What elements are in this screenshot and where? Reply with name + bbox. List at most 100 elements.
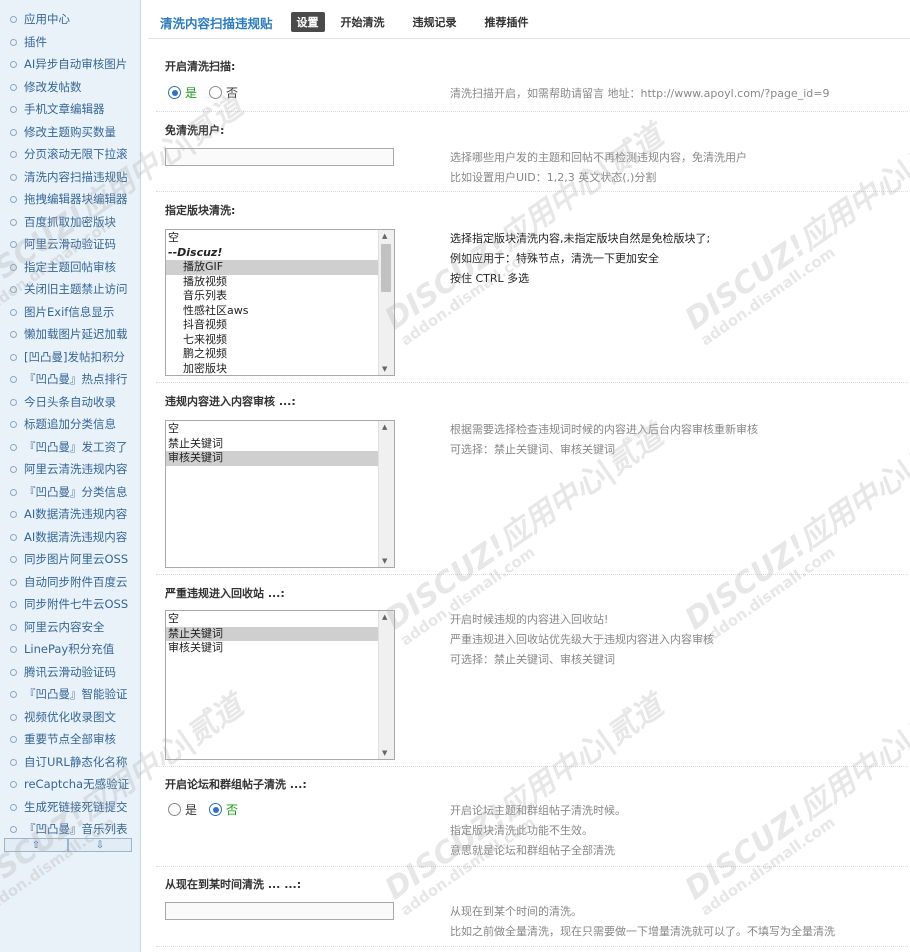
time-range-input[interactable] <box>165 902 394 920</box>
scroll-up-button[interactable]: ⇧ <box>4 838 68 852</box>
sidebar-item[interactable]: 同步附件七牛云OSS <box>0 593 140 616</box>
bullet-icon <box>10 286 17 293</box>
sidebar-item[interactable]: 『凹凸曼』热点排行 <box>0 368 140 391</box>
sidebar-item[interactable]: 修改主题购买数量 <box>0 121 140 144</box>
scroll-down-button[interactable]: ⇩ <box>68 838 132 852</box>
sidebar-item[interactable]: 图片Exif信息显示 <box>0 301 140 324</box>
sidebar-item[interactable]: 腾讯云滑动验证码 <box>0 661 140 684</box>
scroll-thumb[interactable] <box>381 244 391 292</box>
sidebar-item[interactable]: LinePay积分充值 <box>0 638 140 661</box>
bullet-icon <box>10 151 17 158</box>
list-option[interactable]: 空 <box>166 231 378 246</box>
list-option[interactable]: 审核关键词 <box>166 451 378 466</box>
list-option[interactable]: 禁止关键词 <box>166 626 378 641</box>
recycle-description-2: 严重违规进入回收站优先级大于违规内容进入内容审核 <box>450 633 714 646</box>
bullet-icon <box>10 196 17 203</box>
list-option[interactable]: 抖音视频 <box>166 318 378 333</box>
exempt-users-description-2: 比如设置用户UID：1,2,3 英文状态(,)分割 <box>450 171 657 184</box>
sidebar-item[interactable]: 百度抓取加密版块 <box>0 211 140 234</box>
sidebar-item[interactable]: 阿里云滑动验证码 <box>0 233 140 256</box>
sidebar-item[interactable]: 指定主题回帖审核 <box>0 256 140 279</box>
forum-listbox-scrollbar[interactable]: ▲ ▼ <box>378 230 394 375</box>
scroll-down-arrow-icon[interactable]: ▼ <box>382 557 387 565</box>
sidebar-item[interactable]: 自动同步附件百度云 <box>0 571 140 594</box>
sidebar-item[interactable]: 同步图片阿里云OSS <box>0 548 140 571</box>
list-option[interactable]: 鹏之视频 <box>166 347 378 362</box>
bullet-icon <box>10 511 17 518</box>
sidebar-item[interactable]: 『凹凸曼』分类信息 <box>0 481 140 504</box>
scan-enable-no-label[interactable]: 否 <box>226 84 238 101</box>
scroll-up-arrow-icon[interactable]: ▲ <box>382 423 387 431</box>
sidebar-item[interactable]: [凹凸曼]发帖扣积分 <box>0 346 140 369</box>
sidebar-item-label: 重要节点全部审核 <box>24 732 116 746</box>
sidebar-item[interactable]: 阿里云内容安全 <box>0 616 140 639</box>
list-option[interactable]: 播放视频 <box>166 275 378 290</box>
forum-select-listbox[interactable]: 空 --Discuz! 播放GIF 播放视频 音乐列表 性感社区aws 抖音视频 七来视频 鹏之… <box>165 229 395 376</box>
sidebar-item[interactable]: 视频优化收录图文 <box>0 706 140 729</box>
bullet-icon <box>10 83 17 91</box>
sidebar-item[interactable]: 阿里云清洗违规内容 <box>0 458 140 481</box>
moderation-listbox-scrollbar[interactable]: ▲ ▼ <box>378 421 394 567</box>
forum-group-clean-yes-radio[interactable] <box>168 803 181 816</box>
sidebar-item[interactable]: 自订URL静态化名称 <box>0 751 140 774</box>
sidebar-item[interactable]: 修改发帖数 <box>0 76 140 99</box>
main-panel: 清洗内容扫描违规贴 设置 开始清洗 违规记录 推荐插件 开启清洗扫描: 是 否 … <box>148 0 910 952</box>
tab-recommended-plugins[interactable]: 推荐插件 <box>479 12 535 32</box>
sidebar-item[interactable]: AI数据清洗违规内容 <box>0 503 140 526</box>
tab-start-clean[interactable]: 开始清洗 <box>335 12 391 32</box>
bullet-icon <box>10 713 17 721</box>
moderation-listbox[interactable]: 空禁止关键词 审核关键词 ▲ ▼ <box>165 420 395 568</box>
sidebar-item[interactable]: 标题追加分类信息 <box>0 413 140 436</box>
bullet-icon <box>10 646 17 653</box>
list-option[interactable]: --Discuz! <box>166 246 378 261</box>
bullet-icon <box>10 803 17 811</box>
tab-settings[interactable]: 设置 <box>290 12 325 32</box>
list-option[interactable]: 加密版块 <box>166 362 378 376</box>
bullet-icon <box>10 556 17 563</box>
sidebar-item[interactable]: 重要节点全部审核 <box>0 728 140 751</box>
sidebar-item[interactable]: 懒加载图片延迟加载 <box>0 323 140 346</box>
tab-violation-records[interactable]: 违规记录 <box>407 12 463 32</box>
scroll-up-arrow-icon[interactable]: ▲ <box>382 613 387 621</box>
sidebar-item[interactable]: 应用中心 <box>0 8 140 31</box>
scroll-down-arrow-icon[interactable]: ▼ <box>382 749 387 757</box>
list-option[interactable]: 空 <box>166 422 378 437</box>
list-option[interactable]: 空 <box>166 612 378 627</box>
scan-enable-yes-radio[interactable] <box>168 86 181 99</box>
sidebar-item-label: 视频优化收录图文 <box>24 709 116 724</box>
sidebar-item[interactable]: AI异步自动审核图片 <box>0 53 140 76</box>
list-option[interactable]: 禁止关键词 <box>166 437 378 452</box>
list-option[interactable]: 音乐列表 <box>166 289 378 304</box>
scan-enable-yes-label[interactable]: 是 <box>185 84 197 101</box>
sidebar-item[interactable]: 分页滚动无限下拉滚 <box>0 143 140 166</box>
sidebar-item-label: 修改主题购买数量 <box>24 124 116 139</box>
forum-group-clean-no-radio[interactable] <box>209 803 223 816</box>
recycle-listbox[interactable]: 空禁止关键词 审核关键词 ▲ ▼ <box>165 610 395 760</box>
sidebar-item[interactable]: AI数据清洗违规内容 <box>0 526 140 549</box>
moderation-description-1: 根据需要选择检查违规词时候的内容进入后台内容审核重新审核 <box>450 423 758 436</box>
sidebar-item[interactable]: 今日头条自动收录 <box>0 391 140 414</box>
scan-enable-no-radio[interactable] <box>209 86 223 99</box>
sidebar-item[interactable]: 生成死链接死链提交 <box>0 796 140 819</box>
list-option[interactable]: 七来视频 <box>166 333 378 348</box>
exempt-users-input[interactable] <box>165 148 394 166</box>
sidebar-item[interactable]: 插件 <box>0 31 140 54</box>
sidebar-item[interactable]: 『凹凸曼』智能验证 <box>0 683 140 706</box>
recycle-listbox-scrollbar[interactable]: ▲ ▼ <box>378 611 394 759</box>
list-option[interactable]: 播放GIF <box>166 260 378 275</box>
sidebar-item[interactable]: 『凹凸曼』发工资了 <box>0 436 140 459</box>
scan-enable-radio-group: 是 否 <box>168 84 250 101</box>
sidebar-item[interactable]: 拖拽编辑器块编辑器 <box>0 188 140 211</box>
forum-group-clean-no-label[interactable]: 否 <box>226 801 238 818</box>
forum-group-clean-yes-label[interactable]: 是 <box>185 801 197 818</box>
scroll-up-arrow-icon[interactable]: ▲ <box>382 232 387 240</box>
sidebar-item[interactable]: 手机文章编辑器 <box>0 98 140 121</box>
sidebar-item-label: 阿里云清洗违规内容 <box>24 462 128 476</box>
sidebar-item[interactable]: 关闭旧主题禁止访问 <box>0 278 140 301</box>
list-option[interactable]: 审核关键词 <box>166 641 378 656</box>
sidebar-item[interactable]: reCaptcha无感验证 <box>0 773 140 796</box>
list-option[interactable]: 性感社区aws <box>166 304 378 319</box>
scroll-down-arrow-icon[interactable]: ▼ <box>382 365 387 373</box>
sidebar-item[interactable]: 清洗内容扫描违规贴 <box>0 166 140 189</box>
bullet-icon <box>10 61 17 68</box>
